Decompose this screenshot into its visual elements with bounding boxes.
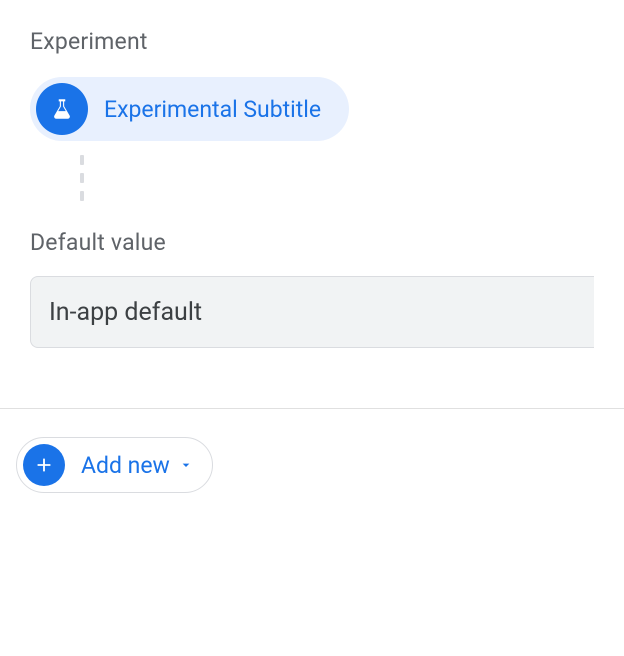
default-value-selected: In-app default xyxy=(49,298,202,327)
experiment-label: Experiment xyxy=(30,28,594,55)
add-new-button[interactable]: Add new xyxy=(16,437,213,493)
footer-section: Add new xyxy=(0,409,624,521)
plus-icon xyxy=(23,444,65,486)
default-value-section: Default value In-app default xyxy=(0,201,624,408)
experiment-section: Experiment Experimental Subtitle xyxy=(0,0,624,201)
experiment-chip-text: Experimental Subtitle xyxy=(104,96,321,123)
experiment-chip[interactable]: Experimental Subtitle xyxy=(30,77,349,141)
default-value-dropdown[interactable]: In-app default xyxy=(30,276,594,348)
flask-icon xyxy=(36,83,88,135)
tree-connector xyxy=(80,155,594,201)
default-value-label: Default value xyxy=(30,229,594,256)
chevron-down-icon xyxy=(178,457,194,473)
add-new-label: Add new xyxy=(81,452,170,479)
